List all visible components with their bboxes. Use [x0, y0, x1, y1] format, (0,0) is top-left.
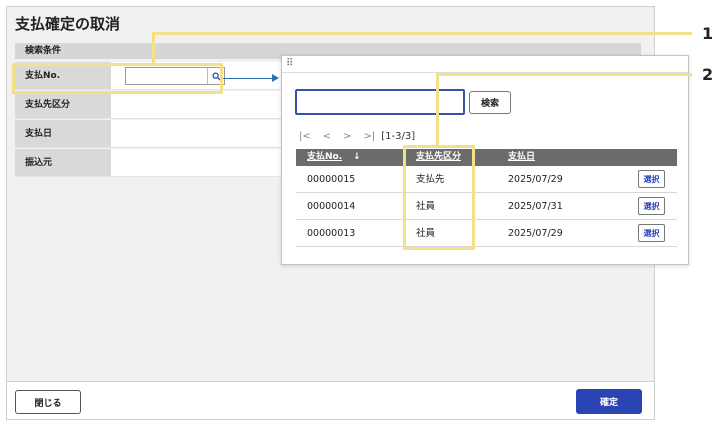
cell-payment-no: 00000013 [307, 228, 356, 239]
prev-page-icon[interactable]: < [323, 131, 331, 142]
popup-search-input[interactable] [295, 89, 465, 115]
highlight-box-1 [12, 63, 223, 94]
table-row: 00000015 支払先 2025/07/29 選択 [296, 166, 677, 193]
payee-type-label: 支払先区分 [15, 91, 111, 118]
select-button[interactable]: 選択 [638, 170, 665, 188]
payment-search-popup: ⠿ 検索 |< < > >| [1-3/3] 支払No. ↓ 支払先区分 支払日… [281, 55, 689, 265]
pager-info: [1-3/3] [381, 131, 416, 142]
dialog-title: 支払確定の取消 [15, 15, 121, 33]
cell-payment-date: 2025/07/29 [508, 174, 563, 185]
dialog-footer: 閉じる 確定 [7, 381, 654, 419]
cell-payment-date: 2025/07/31 [508, 201, 563, 212]
confirm-button[interactable]: 確定 [576, 389, 642, 414]
table-row: 00000013 社員 2025/07/29 選択 [296, 220, 677, 247]
callout-line-1-vertical [152, 32, 155, 66]
pager: |< < > >| [1-3/3] [299, 131, 427, 142]
transfer-source-label: 振込元 [15, 149, 111, 176]
table-row: 00000014 社員 2025/07/31 選択 [296, 193, 677, 220]
highlight-box-2 [403, 145, 475, 250]
callout-1: 1 [702, 24, 714, 43]
table-header: 支払No. ↓ 支払先区分 支払日 [296, 149, 677, 166]
results-table: 支払No. ↓ 支払先区分 支払日 00000015 支払先 2025/07/2… [296, 149, 677, 247]
next-page-icon[interactable]: > [343, 131, 351, 142]
last-page-icon[interactable]: >| [364, 131, 376, 142]
col-payment-date[interactable]: 支払日 [508, 149, 535, 166]
close-button[interactable]: 閉じる [15, 390, 81, 414]
connector-arrow-line [222, 78, 274, 79]
cell-payment-no: 00000014 [307, 201, 356, 212]
callout-line-2-vertical [436, 73, 439, 147]
first-page-icon[interactable]: |< [299, 131, 311, 142]
sort-down-icon[interactable]: ↓ [353, 149, 361, 166]
popup-title-bar[interactable]: ⠿ [282, 56, 688, 73]
popup-search-button[interactable]: 検索 [469, 91, 511, 114]
cell-payment-date: 2025/07/29 [508, 228, 563, 239]
payment-date-label: 支払日 [15, 120, 111, 147]
connector-arrow-head [272, 74, 279, 82]
cell-payment-no: 00000015 [307, 174, 356, 185]
select-button[interactable]: 選択 [638, 224, 665, 242]
col-payment-no[interactable]: 支払No. [307, 149, 342, 166]
callout-line-1 [152, 32, 692, 35]
select-button[interactable]: 選択 [638, 197, 665, 215]
callout-line-2 [436, 73, 692, 76]
drag-handle-icon[interactable]: ⠿ [286, 58, 293, 70]
callout-2: 2 [702, 65, 714, 84]
